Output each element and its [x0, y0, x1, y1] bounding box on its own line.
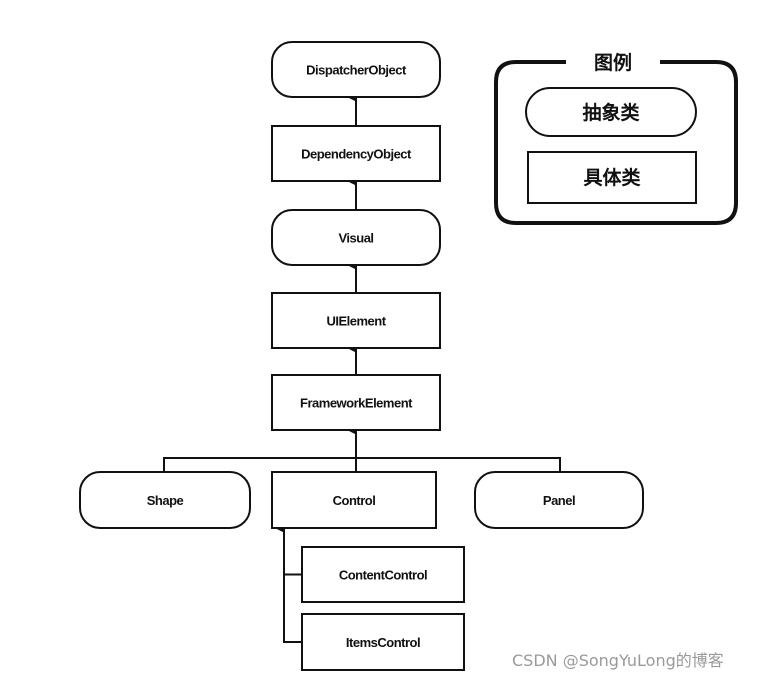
node-label: Visual	[338, 231, 373, 246]
legend: 图例 抽象类 具体类	[494, 51, 738, 225]
node-dependency: DependencyObject	[271, 125, 441, 182]
node-panel: Panel	[474, 471, 644, 529]
node-visual: Visual	[271, 209, 441, 266]
edge-panel-to-framework	[356, 457, 561, 472]
legend-abstract-label: 抽象类	[582, 101, 639, 124]
legend-title: 图例	[594, 51, 632, 74]
node-contentcontrol: ContentControl	[301, 546, 465, 603]
legend-concrete-label: 具体类	[583, 166, 640, 189]
node-label: ItemsControl	[346, 635, 420, 650]
edge-contentcontrol-to-control	[275, 523, 302, 576]
node-label: UIElement	[326, 314, 386, 329]
class-hierarchy-diagram: DispatcherObject DependencyObject Visual UI…	[79, 41, 738, 671]
node-uielement: UIElement	[271, 292, 441, 349]
node-label: Control	[333, 493, 376, 508]
node-label: DependencyObject	[301, 147, 412, 162]
node-label: Panel	[543, 493, 575, 508]
node-shape: Shape	[79, 471, 251, 529]
node-dispatcher: DispatcherObject	[271, 41, 441, 98]
node-label: FrameworkElement	[300, 396, 413, 411]
node-label: DispatcherObject	[306, 63, 407, 78]
edge-itemscontrol-to-control	[275, 523, 302, 643]
node-label: ContentControl	[339, 568, 427, 583]
node-control: Control	[271, 471, 437, 529]
node-label: Shape	[147, 493, 184, 508]
watermark: CSDN @SongYuLong的博客	[512, 651, 724, 670]
node-framework: FrameworkElement	[271, 374, 441, 431]
edge-shape-to-framework	[163, 457, 356, 472]
node-itemscontrol: ItemsControl	[301, 613, 465, 671]
